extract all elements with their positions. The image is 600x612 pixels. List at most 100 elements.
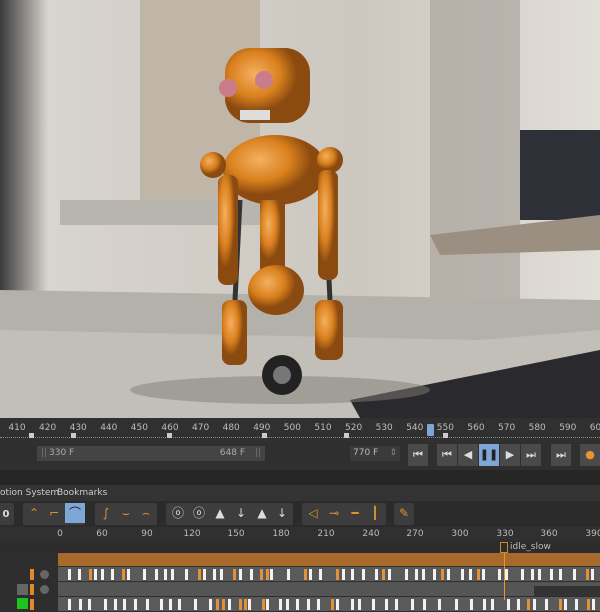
ruler-keyframe[interactable]: [443, 433, 448, 438]
keyframe-marker[interactable]: [382, 569, 385, 580]
tangent-clamp-icon[interactable]: ⓞ: [189, 503, 209, 523]
keyframe-marker[interactable]: [203, 569, 206, 580]
keyframe-marker[interactable]: [586, 569, 589, 580]
keyframe-marker[interactable]: [351, 599, 354, 610]
keyframe-marker[interactable]: [250, 569, 253, 580]
ease-in-out-icon[interactable]: ∫: [96, 503, 116, 523]
keyframe-marker[interactable]: [423, 599, 426, 610]
keyframe-marker[interactable]: [287, 569, 290, 580]
keyframe-marker[interactable]: [248, 599, 251, 610]
keyframe-marker[interactable]: [94, 569, 97, 580]
step-back-button[interactable]: ◀: [458, 444, 478, 466]
keyframe-marker[interactable]: [260, 569, 263, 580]
tangent-break-icon[interactable]: ↓: [231, 503, 251, 523]
keyframe-marker[interactable]: [155, 569, 158, 580]
ruler-keyframe[interactable]: [262, 433, 267, 438]
keyframe-marker[interactable]: [134, 599, 137, 610]
keyframe-marker[interactable]: [498, 569, 501, 580]
playhead[interactable]: [427, 424, 435, 436]
track-header[interactable]: [0, 597, 58, 612]
keyframe-marker[interactable]: [375, 569, 378, 580]
track-header[interactable]: [0, 567, 58, 582]
keyframe-marker[interactable]: [405, 569, 408, 580]
motion-clip-bar[interactable]: [58, 553, 600, 566]
keyframe-marker[interactable]: [385, 599, 388, 610]
keyframe-marker[interactable]: [239, 599, 242, 610]
keyframe-marker[interactable]: [220, 569, 223, 580]
record-icon[interactable]: ●: [580, 444, 600, 466]
keyframe-marker[interactable]: [160, 599, 163, 610]
keyframe-marker[interactable]: [169, 599, 172, 610]
keyframe-marker[interactable]: [422, 569, 425, 580]
tangent-weight-icon[interactable]: ▲: [210, 503, 230, 523]
keyframe-marker[interactable]: [447, 569, 450, 580]
clip-marker[interactable]: [500, 542, 508, 553]
current-frame-field[interactable]: 770 F ⇕: [350, 446, 400, 461]
keyframe-marker[interactable]: [527, 599, 530, 610]
keyframe-marker[interactable]: [433, 569, 436, 580]
keyframe-marker[interactable]: [111, 569, 114, 580]
menu-motion-system[interactable]: otion System: [0, 485, 59, 501]
keyframe-marker[interactable]: [592, 599, 595, 610]
keyframe-marker[interactable]: [127, 569, 130, 580]
keyframe-marker[interactable]: [178, 599, 181, 610]
keyframe-marker[interactable]: [222, 599, 225, 610]
ruler-keyframe[interactable]: [167, 433, 172, 438]
keyframe-marker[interactable]: [441, 569, 444, 580]
keyframe-marker[interactable]: [266, 599, 269, 610]
tangent-lock-icon[interactable]: ▲: [252, 503, 272, 523]
keyframe-marker[interactable]: [587, 599, 590, 610]
interp-spline-icon[interactable]: ⌒: [65, 503, 85, 523]
keyframe-marker[interactable]: [244, 599, 247, 610]
keyframe-marker[interactable]: [362, 569, 365, 580]
keyframe-marker[interactable]: [559, 569, 562, 580]
keyframe-marker[interactable]: [342, 569, 345, 580]
keyframe-marker[interactable]: [228, 599, 231, 610]
key-track[interactable]: [58, 567, 600, 581]
keyframe-marker[interactable]: [114, 599, 117, 610]
keyframe-marker[interactable]: [545, 599, 548, 610]
ease-out-icon[interactable]: ⌢: [136, 503, 156, 523]
keyframe-marker[interactable]: [550, 569, 553, 580]
keyframe-marker[interactable]: [351, 569, 354, 580]
keyframe-marker[interactable]: [507, 599, 510, 610]
keyframe-marker[interactable]: [233, 569, 236, 580]
go-to-end-button[interactable]: ⏭: [551, 444, 571, 466]
previous-key-button[interactable]: ⏮: [437, 444, 457, 466]
keyframe-marker[interactable]: [336, 599, 339, 610]
keyframe-marker[interactable]: [194, 599, 197, 610]
interp-linear-icon[interactable]: ⌃: [24, 503, 44, 523]
keyframe-marker[interactable]: [521, 569, 524, 580]
keyframe-marker[interactable]: [483, 599, 486, 610]
keyframe-marker[interactable]: [591, 569, 594, 580]
keyframe-marker[interactable]: [262, 599, 265, 610]
keyframe-marker[interactable]: [533, 599, 536, 610]
keyframe-marker[interactable]: [331, 599, 334, 610]
menu-bookmarks[interactable]: Bookmarks: [57, 485, 107, 501]
keyframe-marker[interactable]: [415, 569, 418, 580]
keyframe-marker[interactable]: [564, 599, 567, 610]
keyframe-marker[interactable]: [216, 599, 219, 610]
step-forward-button[interactable]: ▶: [500, 444, 520, 466]
keyframe-marker[interactable]: [531, 569, 534, 580]
3d-viewport[interactable]: [0, 0, 600, 418]
keyframe-marker[interactable]: [388, 569, 391, 580]
key-track[interactable]: [58, 597, 600, 611]
ruler-keyframe[interactable]: [344, 433, 349, 438]
track-header[interactable]: [0, 582, 58, 597]
tangent-auto-icon[interactable]: ⓞ: [168, 503, 188, 523]
ease-in-icon[interactable]: ⌣: [116, 503, 136, 523]
keyframe-marker[interactable]: [517, 599, 520, 610]
timeline-ruler[interactable]: 0 60 90 120 150 180 210 240 270 300 330 360 390: [0, 527, 600, 541]
keyframe-marker[interactable]: [171, 569, 174, 580]
keyframe-marker[interactable]: [411, 599, 414, 610]
key-reduction-icon[interactable]: ✎: [394, 503, 414, 523]
keyframe-marker[interactable]: [469, 569, 472, 580]
lock-tangent-icon[interactable]: ◁: [303, 503, 323, 523]
keyframe-marker[interactable]: [101, 569, 104, 580]
keyframe-marker[interactable]: [88, 599, 91, 610]
keyframe-marker[interactable]: [68, 599, 71, 610]
keyframe-marker[interactable]: [336, 569, 339, 580]
stepper-icon[interactable]: ⇕: [389, 446, 397, 461]
keyframe-marker[interactable]: [309, 569, 312, 580]
